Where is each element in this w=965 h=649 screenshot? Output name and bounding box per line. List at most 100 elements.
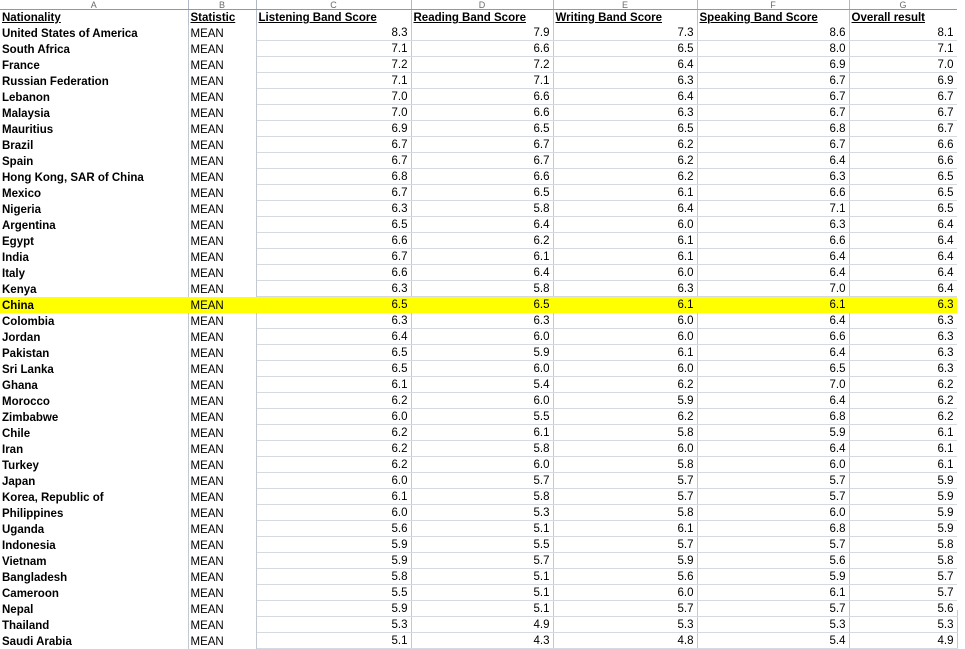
cell-d-reading[interactable]: 6.7	[411, 136, 554, 153]
cell-d-reading[interactable]: 5.3	[411, 504, 554, 521]
cell-a-nationality[interactable]: Japan	[0, 472, 189, 489]
table-row[interactable]: Ghana MEAN 6.1 5.4 6.2 7.0 6.2	[0, 376, 958, 393]
cell-f-speaking[interactable]: 6.7	[697, 72, 850, 89]
cell-d-reading[interactable]: 6.6	[411, 40, 554, 57]
cell-f-speaking[interactable]: 5.9	[697, 424, 850, 441]
cell-e-writing[interactable]: 7.3	[553, 25, 698, 41]
table-row[interactable]: Japan MEAN 6.0 5.7 5.7 5.7 5.9	[0, 472, 958, 489]
column-header-g[interactable]: G	[849, 0, 958, 10]
cell-f-speaking[interactable]: 6.1	[697, 296, 850, 313]
cell-a-nationality[interactable]: Mauritius	[0, 120, 189, 137]
cell-d-reading[interactable]: 5.1	[411, 568, 554, 585]
table-row[interactable]: Thailand MEAN 5.3 4.9 5.3 5.3 5.3	[0, 616, 958, 633]
cell-d-reading[interactable]: 5.7	[411, 552, 554, 569]
cell-b-statistic[interactable]: MEAN	[188, 184, 257, 201]
cell-b-statistic[interactable]: MEAN	[188, 504, 257, 521]
cell-d-reading[interactable]: 6.1	[411, 248, 554, 265]
cell-f-speaking[interactable]: 6.6	[697, 184, 850, 201]
cell-b-statistic[interactable]: MEAN	[188, 440, 257, 457]
cell-g-overall[interactable]: 6.6	[849, 152, 958, 169]
cell-f-speaking[interactable]: 6.6	[697, 328, 850, 345]
cell-f-speaking[interactable]: 6.4	[697, 248, 850, 265]
cell-a-nationality[interactable]: Indonesia	[0, 536, 189, 553]
cell-e-writing[interactable]: 6.3	[553, 280, 698, 297]
cell-g-overall[interactable]: 5.8	[849, 536, 958, 553]
table-row[interactable]: Korea, Republic of MEAN 6.1 5.8 5.7 5.7 5.9	[0, 488, 958, 505]
cell-b-statistic[interactable]: MEAN	[188, 200, 257, 217]
cell-d-reading[interactable]: 6.0	[411, 360, 554, 377]
cell-a-nationality[interactable]: Nigeria	[0, 200, 189, 217]
cell-d-reading[interactable]: 4.9	[411, 616, 554, 633]
cell-c-listening[interactable]: 5.9	[256, 536, 412, 553]
cell-f-speaking[interactable]: 6.1	[697, 584, 850, 601]
cell-a-nationality[interactable]: Cameroon	[0, 584, 189, 601]
cell-a-nationality[interactable]: Saudi Arabia	[0, 632, 189, 649]
table-row[interactable]: Italy MEAN 6.6 6.4 6.0 6.4 6.4	[0, 264, 958, 281]
cell-c-listening[interactable]: 6.5	[256, 296, 412, 313]
cell-g-overall[interactable]: 5.8	[849, 552, 958, 569]
cell-f-speaking[interactable]: 5.7	[697, 536, 850, 553]
cell-a-nationality[interactable]: Ghana	[0, 376, 189, 393]
cell-e-writing[interactable]: 6.5	[553, 120, 698, 137]
cell-f-speaking[interactable]: 6.4	[697, 392, 850, 409]
cell-e-writing[interactable]: 5.9	[553, 552, 698, 569]
cell-d-reading[interactable]: 5.8	[411, 200, 554, 217]
cell-e-writing[interactable]: 5.6	[553, 568, 698, 585]
cell-e-writing[interactable]: 6.1	[553, 344, 698, 361]
cell-d-reading[interactable]: 6.0	[411, 328, 554, 345]
cell-e-writing[interactable]: 6.3	[553, 72, 698, 89]
cell-g-overall[interactable]: 6.1	[849, 424, 958, 441]
cell-e-writing[interactable]: 6.3	[553, 104, 698, 121]
cell-c-listening[interactable]: 5.3	[256, 616, 412, 633]
cell-c-listening[interactable]: 7.2	[256, 56, 412, 73]
table-row[interactable]: Indonesia MEAN 5.9 5.5 5.7 5.7 5.8	[0, 536, 958, 553]
cell-e-writing[interactable]: 5.7	[553, 488, 698, 505]
table-row[interactable]: Brazil MEAN 6.7 6.7 6.2 6.7 6.6	[0, 136, 958, 153]
cell-d-reading[interactable]: 7.2	[411, 56, 554, 73]
table-row[interactable]: Pakistan MEAN 6.5 5.9 6.1 6.4 6.3	[0, 344, 958, 361]
cell-b-statistic[interactable]: MEAN	[188, 616, 257, 633]
cell-b-statistic[interactable]: MEAN	[188, 120, 257, 137]
cell-e-writing[interactable]: 6.0	[553, 360, 698, 377]
cell-a-nationality[interactable]: Vietnam	[0, 552, 189, 569]
cell-f-speaking[interactable]: 6.3	[697, 216, 850, 233]
cell-a-nationality[interactable]: Turkey	[0, 456, 189, 473]
cell-d-reading[interactable]: 5.9	[411, 344, 554, 361]
cell-e-writing[interactable]: 6.4	[553, 200, 698, 217]
cell-f-speaking[interactable]: 6.4	[697, 264, 850, 281]
cell-f-speaking[interactable]: 8.6	[697, 25, 850, 41]
cell-a-nationality[interactable]: Malaysia	[0, 104, 189, 121]
cell-b-statistic[interactable]: MEAN	[188, 344, 257, 361]
column-header-d[interactable]: D	[411, 0, 554, 10]
cell-b-statistic[interactable]: MEAN	[188, 104, 257, 121]
cell-e-writing[interactable]: 6.2	[553, 408, 698, 425]
cell-c-listening[interactable]: 6.0	[256, 472, 412, 489]
cell-b-statistic[interactable]: MEAN	[188, 328, 257, 345]
cell-g-overall[interactable]: 6.5	[849, 200, 958, 217]
cell-a-nationality[interactable]: France	[0, 56, 189, 73]
cell-a-nationality[interactable]: Kenya	[0, 280, 189, 297]
cell-a-nationality[interactable]: Spain	[0, 152, 189, 169]
cell-g-overall[interactable]: 5.9	[849, 472, 958, 489]
cell-f-speaking[interactable]: 6.7	[697, 136, 850, 153]
cell-a-nationality[interactable]: Morocco	[0, 392, 189, 409]
cell-f-speaking[interactable]: 6.0	[697, 456, 850, 473]
table-row[interactable]: Russian Federation MEAN 7.1 7.1 6.3 6.7 6.9	[0, 72, 958, 89]
table-row[interactable]: Chile MEAN 6.2 6.1 5.8 5.9 6.1	[0, 424, 958, 441]
cell-a-nationality[interactable]: Mexico	[0, 184, 189, 201]
table-row[interactable]: Sri Lanka MEAN 6.5 6.0 6.0 6.5 6.3	[0, 360, 958, 377]
cell-a-nationality[interactable]: China	[0, 296, 189, 313]
cell-g-overall[interactable]: 6.6	[849, 136, 958, 153]
cell-e-writing[interactable]: 5.8	[553, 456, 698, 473]
cell-g-overall[interactable]: 8.1	[849, 25, 958, 41]
table-row[interactable]: Nigeria MEAN 6.3 5.8 6.4 7.1 6.5	[0, 200, 958, 217]
cell-d-reading[interactable]: 6.6	[411, 88, 554, 105]
cell-g-overall[interactable]: 6.2	[849, 392, 958, 409]
cell-b-statistic[interactable]: MEAN	[188, 296, 257, 313]
cell-c-listening[interactable]: 6.5	[256, 216, 412, 233]
cell-e-writing[interactable]: 6.2	[553, 136, 698, 153]
cell-d-reading[interactable]: 5.5	[411, 408, 554, 425]
cell-a-nationality[interactable]: Nepal	[0, 600, 189, 617]
cell-d-reading[interactable]: 5.1	[411, 600, 554, 617]
cell-g-overall[interactable]: 4.9	[849, 632, 958, 649]
